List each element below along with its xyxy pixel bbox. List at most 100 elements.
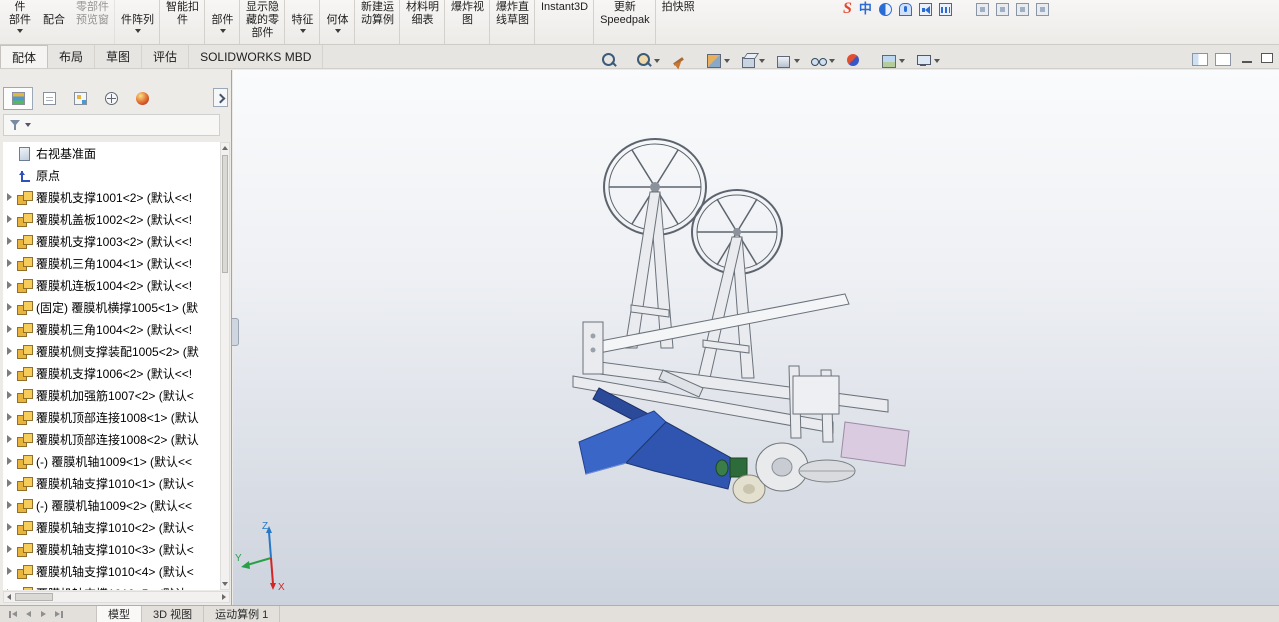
- scroll-right-icon[interactable]: [218, 592, 229, 602]
- command-button[interactable]: 新建运 动算例: [356, 0, 400, 45]
- tab-scroll-prev-icon[interactable]: [23, 609, 34, 620]
- tree-item[interactable]: 覆膜机加强筋1007<2> (默认<: [3, 384, 220, 406]
- gearbox[interactable]: [730, 458, 747, 477]
- configurationmanager-tab[interactable]: [65, 87, 95, 110]
- command-button[interactable]: 何体: [321, 0, 355, 45]
- command-button[interactable]: 爆炸视 图: [446, 0, 490, 45]
- display-style-icon[interactable]: [775, 52, 792, 69]
- scroll-up-icon[interactable]: [221, 143, 229, 153]
- system-tray-icon[interactable]: [1016, 3, 1029, 16]
- dropdown-caret-icon[interactable]: [688, 52, 696, 69]
- expander-icon[interactable]: [3, 589, 16, 590]
- expander-icon[interactable]: [3, 281, 16, 289]
- blue-blade[interactable]: [579, 411, 735, 489]
- hud-tool[interactable]: [878, 51, 908, 70]
- ribbon-tab[interactable]: 配体: [0, 45, 48, 68]
- command-button[interactable]: 件 部件: [3, 0, 37, 45]
- edit-appearance-icon[interactable]: [845, 52, 862, 69]
- tree-horizontal-scrollbar[interactable]: [3, 591, 230, 603]
- dropdown-caret-icon[interactable]: [259, 40, 267, 45]
- hud-tool[interactable]: [703, 51, 733, 70]
- expander-icon[interactable]: [3, 435, 16, 443]
- ribbon-tab[interactable]: 评估: [142, 45, 189, 68]
- ime-language-icon[interactable]: 中: [859, 2, 872, 16]
- tree-item[interactable]: (-) 覆膜机轴1009<1> (默认<<: [3, 450, 220, 472]
- filter-funnel-icon[interactable]: [9, 119, 22, 132]
- hud-tool[interactable]: [913, 51, 943, 70]
- previous-view-icon[interactable]: [670, 52, 687, 69]
- hud-tool[interactable]: [633, 51, 663, 70]
- dropdown-caret-icon[interactable]: [179, 27, 187, 34]
- dropdown-caret-icon[interactable]: [621, 27, 629, 34]
- ribbon-tab[interactable]: SOLIDWORKS MBD: [189, 45, 323, 68]
- tree-item[interactable]: 覆膜机支撑1003<2> (默认<<!: [3, 230, 220, 252]
- tree-filter-bar[interactable]: [3, 114, 220, 136]
- system-tray-icon[interactable]: [976, 3, 989, 16]
- hud-tool[interactable]: [808, 51, 838, 70]
- apply-scene-icon[interactable]: [880, 52, 897, 69]
- tab-scroll-next-icon[interactable]: [38, 609, 49, 620]
- tree-item[interactable]: 覆膜机侧支撑装配1005<2> (默: [3, 340, 220, 362]
- minimize-icon[interactable]: [1242, 61, 1252, 63]
- dropdown-caret-icon[interactable]: [618, 52, 626, 69]
- expander-icon[interactable]: [3, 413, 16, 421]
- dropdown-caret-icon[interactable]: [374, 27, 382, 34]
- graphics-viewport[interactable]: Z Y X: [233, 70, 1279, 605]
- expander-icon[interactable]: [3, 545, 16, 553]
- tree-item[interactable]: 覆膜机顶部连接1008<2> (默认: [3, 428, 220, 450]
- tree-item[interactable]: 原点: [3, 164, 220, 186]
- system-tray-icon[interactable]: [1036, 3, 1049, 16]
- dropdown-caret-icon[interactable]: [464, 27, 472, 34]
- dropdown-caret-icon[interactable]: [509, 27, 517, 34]
- expander-icon[interactable]: [3, 303, 16, 311]
- zoom-area-icon[interactable]: [635, 52, 652, 69]
- view-orientation-icon[interactable]: [740, 52, 757, 69]
- dimxpertmanager-tab[interactable]: [96, 87, 126, 110]
- command-button[interactable]: 爆炸直 线草图: [491, 0, 535, 45]
- command-button[interactable]: 特征: [286, 0, 320, 45]
- tree-item[interactable]: 右视基准面: [3, 142, 220, 164]
- expander-icon[interactable]: [3, 237, 16, 245]
- system-tray-icon[interactable]: [996, 3, 1009, 16]
- side-plate[interactable]: [841, 422, 909, 466]
- dropdown-caret-icon[interactable]: [134, 27, 142, 34]
- zoom-fit-icon[interactable]: [600, 52, 617, 69]
- tab-scroll-first-icon[interactable]: [8, 609, 19, 620]
- hud-tool[interactable]: [598, 51, 628, 70]
- command-button[interactable]: 显示隐 藏的零 部件: [241, 0, 285, 45]
- propertymanager-tab[interactable]: [34, 87, 64, 110]
- section-view-icon[interactable]: [705, 52, 722, 69]
- dropdown-caret-icon[interactable]: [219, 27, 227, 34]
- dropdown-caret-icon[interactable]: [863, 52, 871, 69]
- expander-icon[interactable]: [3, 457, 16, 465]
- dropdown-caret-icon[interactable]: [723, 52, 731, 69]
- command-button[interactable]: Instant3D: [536, 0, 594, 45]
- expander-icon[interactable]: [3, 347, 16, 355]
- film-reel-wheels[interactable]: [604, 139, 782, 274]
- restore-icon[interactable]: [1261, 53, 1273, 63]
- tree-item[interactable]: (固定) 覆膜机横撑1005<1> (默: [3, 296, 220, 318]
- dropdown-caret-icon[interactable]: [758, 52, 766, 69]
- ime-fullwidth-icon[interactable]: [879, 3, 892, 16]
- displaymanager-tab[interactable]: [127, 87, 157, 110]
- command-button[interactable]: 更新 Speedpak: [595, 0, 656, 45]
- expander-icon[interactable]: [3, 391, 16, 399]
- tree-item[interactable]: 覆膜机轴支撑1010<2> (默认<: [3, 516, 220, 538]
- hud-tool[interactable]: [843, 51, 873, 70]
- tree-vertical-scrollbar[interactable]: [220, 142, 230, 590]
- tree-item[interactable]: 覆膜机轴支撑1010<5> (默认<: [3, 582, 220, 590]
- command-button[interactable]: 配合: [37, 0, 71, 45]
- hud-tool[interactable]: [773, 51, 803, 70]
- expander-icon[interactable]: [3, 567, 16, 575]
- document-tab[interactable]: 模型: [96, 606, 142, 622]
- command-button[interactable]: 部件: [206, 0, 240, 45]
- pane-split-icon[interactable]: [1192, 53, 1208, 66]
- tree-item[interactable]: 覆膜机三角1004<2> (默认<<!: [3, 318, 220, 340]
- tree-item[interactable]: 覆膜机顶部连接1008<1> (默认: [3, 406, 220, 428]
- dropdown-caret-icon[interactable]: [25, 123, 31, 127]
- microphone-icon[interactable]: [899, 3, 912, 16]
- dropdown-caret-icon[interactable]: [674, 27, 682, 34]
- tree-item[interactable]: 覆膜机盖板1002<2> (默认<<!: [3, 208, 220, 230]
- document-tab[interactable]: 3D 视图: [142, 606, 204, 622]
- tab-scroll-last-icon[interactable]: [53, 609, 64, 620]
